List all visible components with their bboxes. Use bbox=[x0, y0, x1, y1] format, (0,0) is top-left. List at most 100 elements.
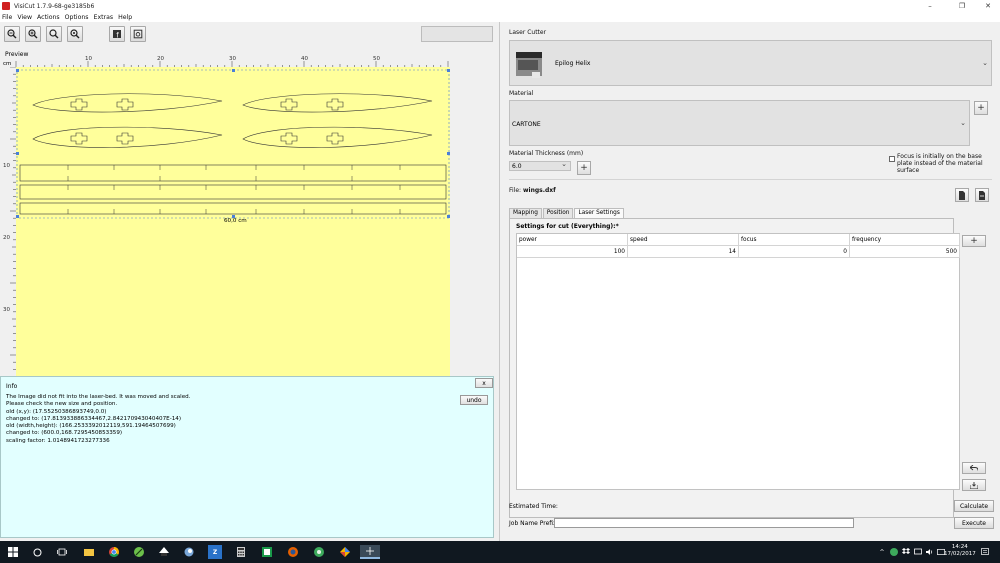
tab-position[interactable]: Position bbox=[542, 208, 574, 218]
add-material-button[interactable]: + bbox=[974, 101, 988, 115]
undo-arrow-icon bbox=[970, 465, 978, 471]
ruler-top: 10 20 30 40 50 bbox=[14, 56, 452, 67]
zoom-out-icon bbox=[7, 29, 17, 39]
dimension-label: 60,0 cm bbox=[224, 218, 247, 224]
toolbar-field[interactable] bbox=[421, 26, 493, 42]
save-setting-button[interactable] bbox=[962, 479, 986, 491]
chevron-down-icon: ⌄ bbox=[960, 119, 966, 127]
calculate-button[interactable]: Calculate bbox=[954, 500, 994, 512]
app-blue-icon[interactable] bbox=[182, 545, 196, 559]
divider bbox=[509, 179, 992, 180]
undo-button[interactable]: undo bbox=[460, 395, 488, 405]
column-header: power bbox=[517, 234, 628, 246]
material-select[interactable]: CARTONE ⌄ bbox=[509, 100, 970, 146]
add-thickness-button[interactable]: + bbox=[577, 161, 591, 175]
facebook-button[interactable]: f bbox=[109, 26, 125, 42]
zoom-out-button[interactable] bbox=[4, 26, 20, 42]
notifications-icon[interactable] bbox=[978, 545, 992, 559]
tray-clock[interactable]: 14:24 17/02/2017 bbox=[944, 544, 976, 558]
focus-checkbox[interactable] bbox=[889, 156, 895, 162]
tab-bar: Mapping Position Laser Settings bbox=[509, 208, 625, 218]
file-explorer-icon[interactable] bbox=[82, 545, 96, 559]
windows-start-icon[interactable] bbox=[6, 545, 20, 559]
window-title: VisiCut 1.7.9-68-ge3185b6 bbox=[14, 2, 95, 10]
firefox-icon[interactable] bbox=[286, 545, 300, 559]
info-close-button[interactable]: x bbox=[475, 378, 493, 388]
clock-date: 17/02/2017 bbox=[944, 551, 976, 557]
visicut-taskbar-icon[interactable] bbox=[360, 545, 380, 559]
thickness-select[interactable]: 6.0 ⌄ bbox=[509, 160, 571, 171]
task-view-icon[interactable] bbox=[55, 545, 69, 559]
material-label: Material bbox=[509, 90, 534, 97]
ruler-top-label: 50 bbox=[373, 56, 380, 62]
menu-actions[interactable]: Actions bbox=[37, 14, 60, 21]
laser-cutter-select[interactable]: Epilog Helix ⌄ bbox=[509, 40, 992, 86]
table-cell[interactable]: 0 bbox=[739, 246, 850, 258]
job-name-input[interactable] bbox=[554, 518, 854, 528]
spreadsheet-icon[interactable] bbox=[260, 545, 274, 559]
zoom-fit-icon bbox=[49, 29, 59, 39]
zoom-fit-button[interactable] bbox=[46, 26, 62, 42]
material-value: CARTONE bbox=[512, 121, 541, 128]
menu-file[interactable]: File bbox=[2, 14, 12, 21]
minimize-button[interactable]: – bbox=[916, 0, 944, 12]
app-icon bbox=[2, 2, 10, 10]
thickness-label: Material Thickness (mm) bbox=[509, 150, 584, 157]
close-button[interactable]: ✕ bbox=[974, 0, 1000, 12]
app-green-icon[interactable] bbox=[132, 545, 146, 559]
table-cell[interactable]: 14 bbox=[628, 246, 739, 258]
preview-label: Preview bbox=[5, 51, 29, 58]
info-line: changed to: (17.813933886334467,2.842170… bbox=[6, 415, 182, 422]
calculator-icon[interactable] bbox=[234, 545, 248, 559]
menu-view[interactable]: View bbox=[17, 14, 32, 21]
camera-icon bbox=[133, 29, 143, 39]
ruler-left-label: 30 bbox=[3, 307, 10, 313]
settings-table: power speed focus frequency 100 14 0 500 bbox=[516, 233, 960, 490]
laser-settings-panel: Settings for cut (Everything):* power sp… bbox=[509, 218, 960, 518]
inkscape-icon[interactable] bbox=[157, 545, 171, 559]
chevron-down-icon: ⌄ bbox=[982, 59, 988, 67]
tab-mapping[interactable]: Mapping bbox=[509, 208, 542, 218]
edit-file-button[interactable] bbox=[975, 188, 989, 202]
column-header: focus bbox=[739, 234, 850, 246]
maximize-button[interactable]: ❐ bbox=[948, 0, 976, 12]
settings-title: Settings for cut (Everything):* bbox=[516, 223, 619, 230]
menu-extras[interactable]: Extras bbox=[94, 14, 114, 21]
ruler-top-label: 30 bbox=[229, 56, 236, 62]
app-green-globe-icon[interactable] bbox=[312, 545, 326, 559]
laser-cutter-value: Epilog Helix bbox=[555, 60, 591, 67]
table-cell[interactable]: 100 bbox=[517, 246, 628, 258]
file-name: wings.dxf bbox=[522, 187, 556, 194]
zotero-icon[interactable]: Z bbox=[208, 545, 222, 559]
execute-button[interactable]: Execute bbox=[954, 517, 994, 529]
table-cell[interactable]: 500 bbox=[850, 246, 960, 258]
laser-cutter-icon bbox=[516, 52, 542, 78]
reload-file-button[interactable] bbox=[955, 188, 969, 202]
preview-canvas[interactable]: 60,0 cm bbox=[16, 67, 450, 382]
ruler-left-label: 20 bbox=[3, 235, 10, 241]
estimated-time-label: Estimated Time: bbox=[509, 503, 558, 510]
chrome-icon[interactable] bbox=[107, 545, 121, 559]
cut-geometry bbox=[16, 69, 450, 219]
tab-laser-settings[interactable]: Laser Settings bbox=[574, 208, 624, 218]
app-multicolor-icon[interactable] bbox=[338, 545, 352, 559]
menu-options[interactable]: Options bbox=[65, 14, 89, 21]
zoom-in-button[interactable] bbox=[25, 26, 41, 42]
search-icon[interactable] bbox=[30, 545, 44, 559]
camera-button[interactable] bbox=[130, 26, 146, 42]
menu-help[interactable]: Help bbox=[118, 14, 132, 21]
laser-cutter-label: Laser Cutter bbox=[509, 29, 547, 36]
focus-note: Focus is initially on the base plate ins… bbox=[897, 153, 983, 174]
right-panel: Laser Cutter Epilog Helix ⌄ Material CAR… bbox=[502, 22, 1000, 541]
info-messages: The Image did not fit into the laser-bed… bbox=[6, 394, 191, 445]
ruler-left: 10 20 30 bbox=[0, 66, 16, 382]
taskbar: Z ^ 14:24 17/02/2017 bbox=[0, 541, 1000, 563]
job-name-label: Job Name Prefix: bbox=[509, 520, 559, 527]
add-setting-button[interactable]: + bbox=[962, 235, 986, 247]
zoom-reset-button[interactable] bbox=[67, 26, 83, 42]
info-line: old (x,y): (17.55250386893749,0.0) bbox=[6, 408, 107, 415]
column-header: frequency bbox=[850, 234, 960, 246]
revert-button[interactable] bbox=[962, 462, 986, 474]
file-label: File: wings.dxf bbox=[509, 187, 556, 194]
info-title: Info bbox=[6, 383, 18, 390]
